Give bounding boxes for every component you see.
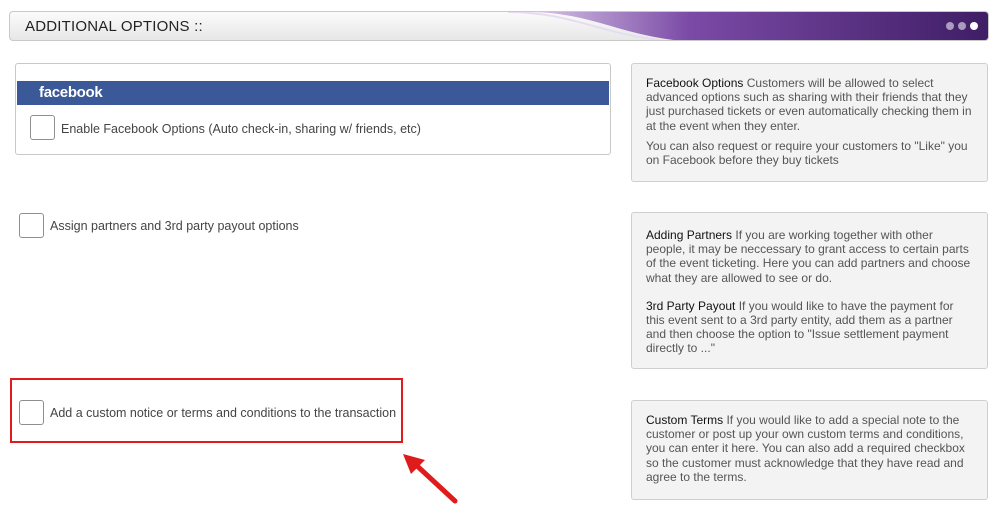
custom-terms-help-box: Custom Terms If you would like to add a … bbox=[631, 400, 988, 500]
pointer-arrow-icon bbox=[403, 454, 458, 504]
facebook-help-paragraph: Facebook Options Customers will be allow… bbox=[646, 76, 973, 133]
pager-dot-active-icon[interactable] bbox=[970, 22, 978, 30]
enable-facebook-checkbox[interactable] bbox=[30, 115, 55, 140]
section-title: ADDITIONAL OPTIONS :: bbox=[25, 18, 203, 35]
payout-help-paragraph: 3rd Party Payout If you would like to ha… bbox=[646, 299, 973, 356]
assign-partners-label: Assign partners and 3rd party payout opt… bbox=[50, 219, 299, 233]
partners-help-box: Adding Partners If you are working toget… bbox=[631, 212, 988, 369]
custom-terms-help-paragraph: Custom Terms If you would like to add a … bbox=[646, 413, 973, 484]
section-header: ADDITIONAL OPTIONS :: bbox=[9, 11, 989, 41]
facebook-banner: facebook bbox=[17, 81, 609, 105]
pager-dot-icon[interactable] bbox=[958, 22, 966, 30]
enable-facebook-label: Enable Facebook Options (Auto check-in, … bbox=[61, 122, 421, 136]
facebook-help-box: Facebook Options Customers will be allow… bbox=[631, 63, 988, 182]
assign-partners-checkbox[interactable] bbox=[19, 213, 44, 238]
payout-help-term: 3rd Party Payout bbox=[646, 298, 736, 313]
facebook-help-like-text: You can also request or require your cus… bbox=[646, 138, 968, 168]
partners-help-paragraph: Adding Partners If you are working toget… bbox=[646, 228, 973, 285]
facebook-logo: facebook bbox=[39, 84, 103, 101]
facebook-options-panel: facebook Enable Facebook Options (Auto c… bbox=[15, 63, 611, 155]
highlight-box bbox=[10, 378, 403, 443]
pager-dot-icon[interactable] bbox=[946, 22, 954, 30]
facebook-help-term: Facebook Options bbox=[646, 76, 744, 90]
header-accent-swoosh bbox=[508, 12, 988, 40]
partners-help-term: Adding Partners bbox=[646, 228, 733, 242]
custom-terms-help-term: Custom Terms bbox=[646, 413, 724, 427]
header-dots bbox=[946, 22, 978, 30]
